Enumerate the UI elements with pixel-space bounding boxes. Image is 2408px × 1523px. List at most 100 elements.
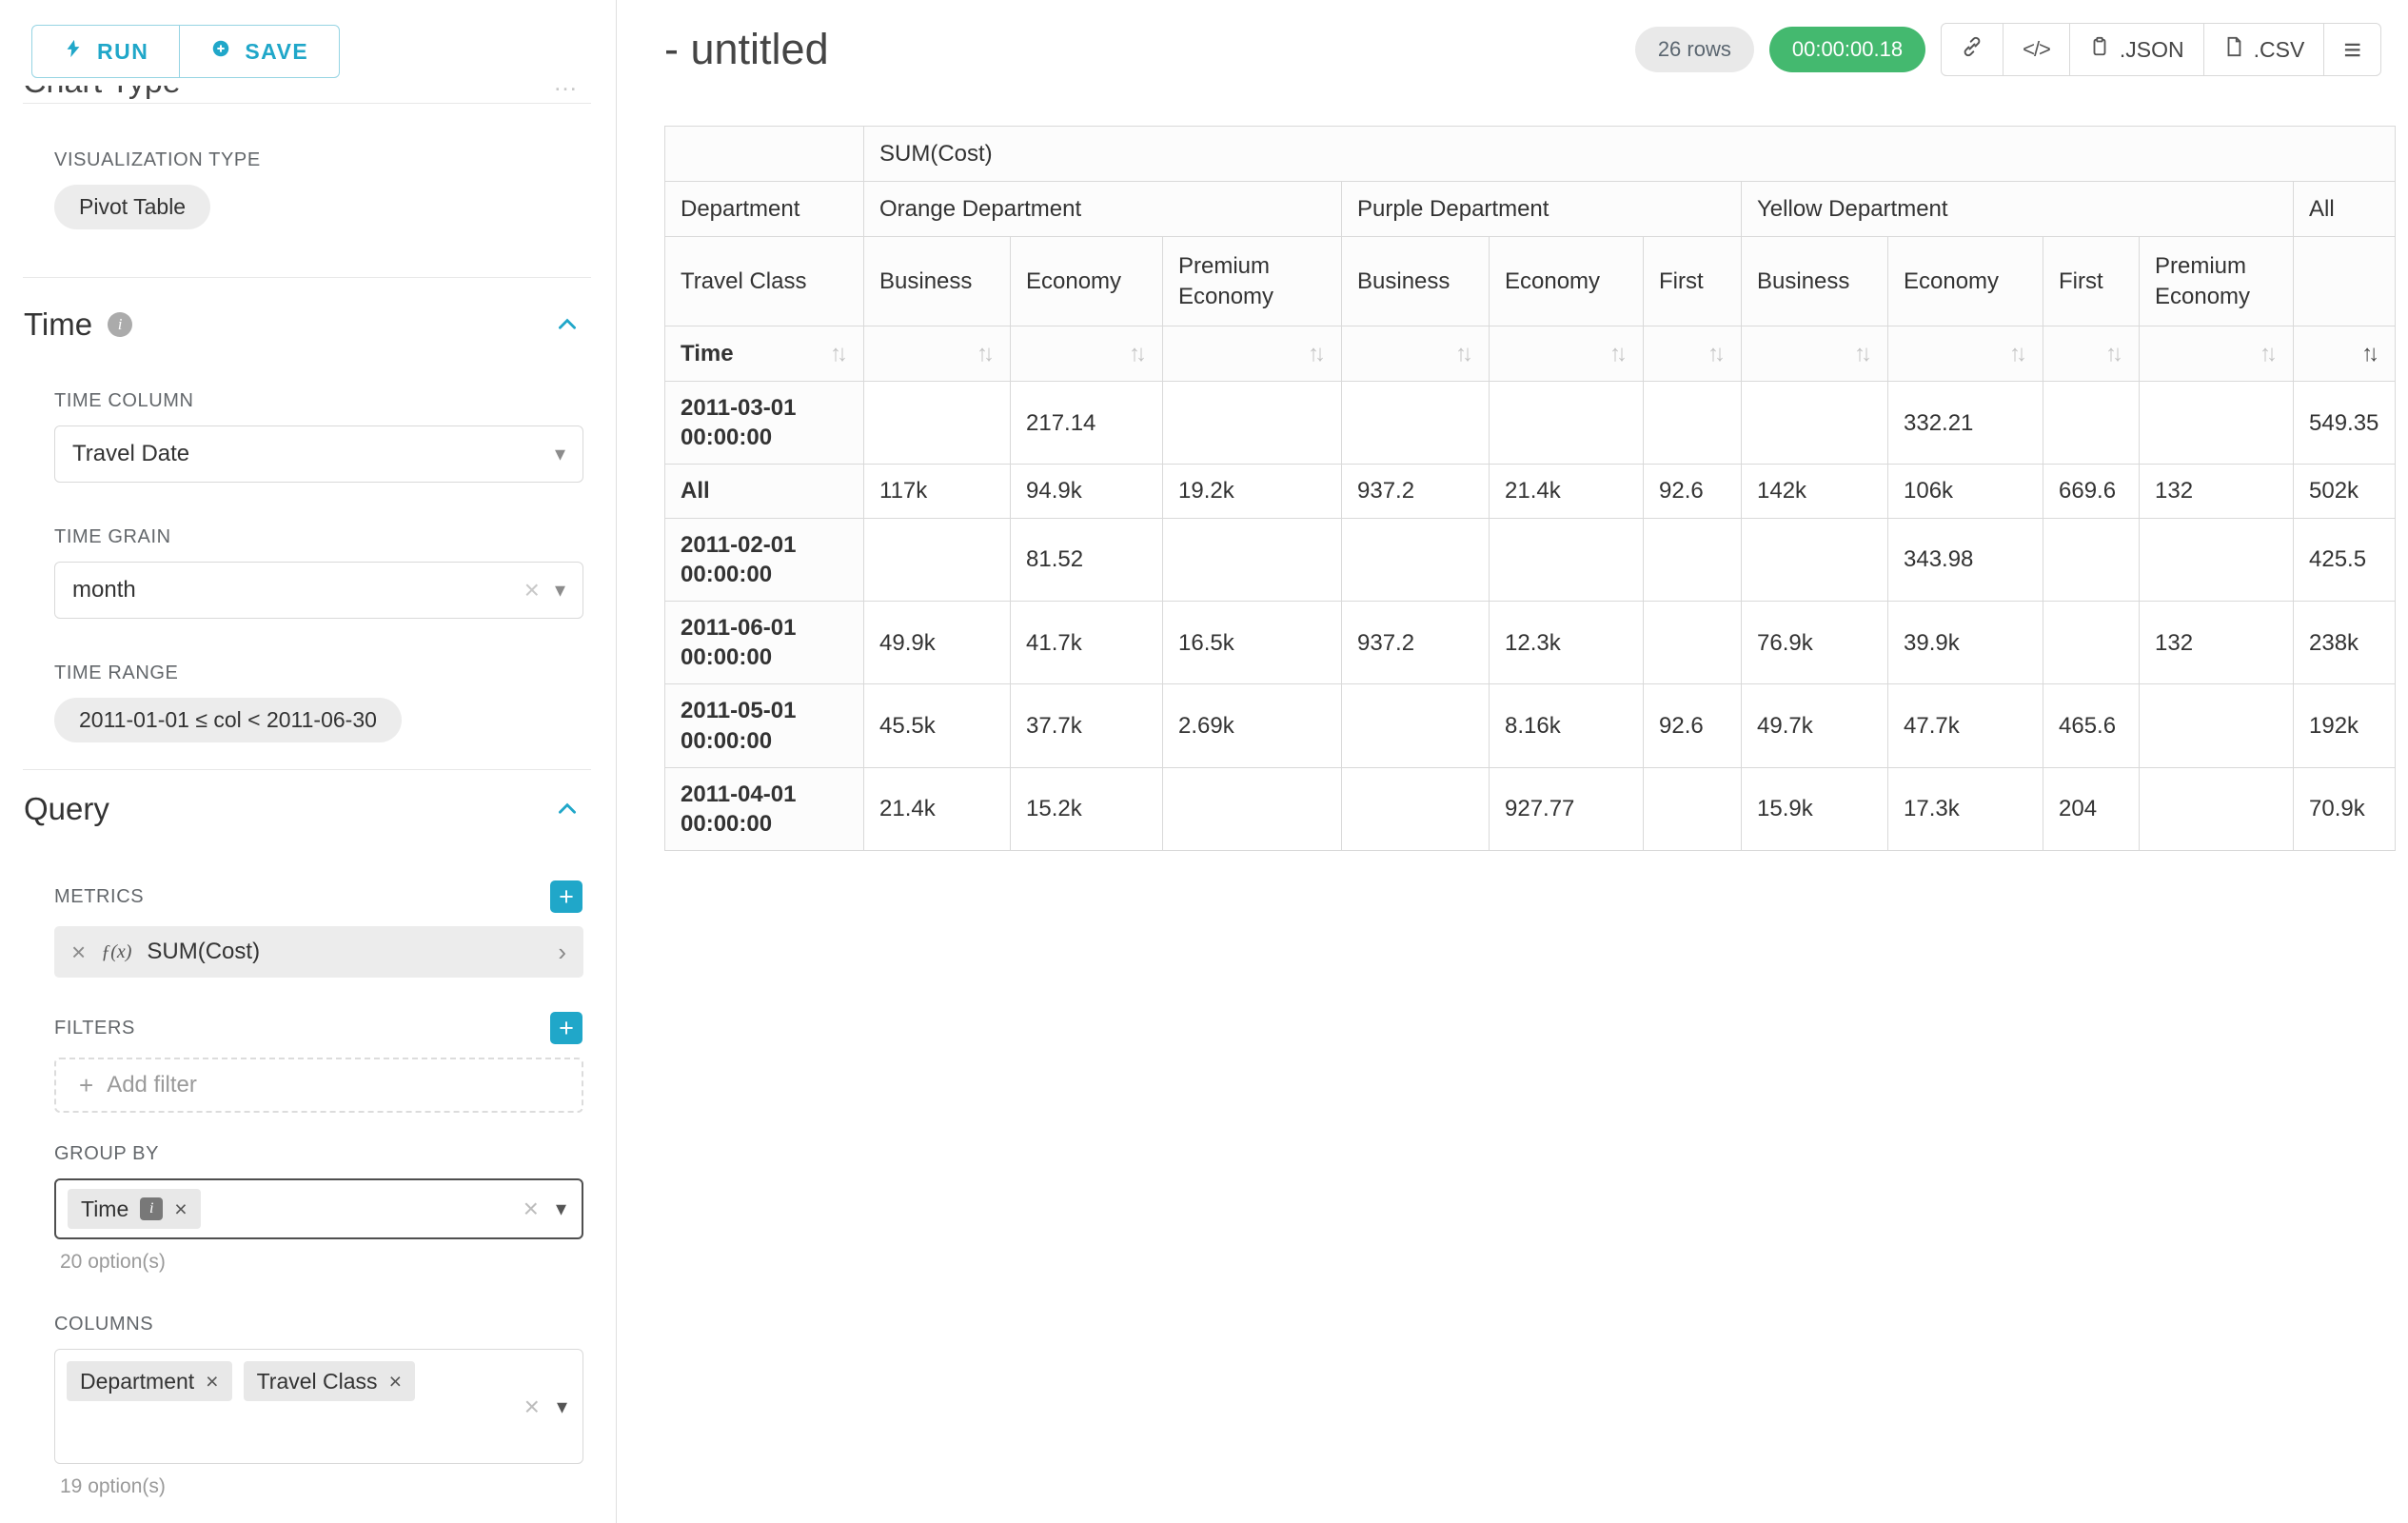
- time-column-select[interactable]: Travel Date ▾: [54, 425, 583, 483]
- time-column-value: Travel Date: [72, 441, 189, 467]
- value-cell: 94.9k: [1011, 465, 1163, 518]
- code-icon: </>: [2023, 37, 2050, 62]
- time-column-label: TIME COLUMN: [54, 390, 616, 412]
- metric-chip[interactable]: × ƒ(x) SUM(Cost) ›: [54, 926, 583, 978]
- collapse-query-chevron-icon[interactable]: [555, 797, 580, 821]
- sort-icon[interactable]: ↑↓: [1455, 339, 1473, 368]
- sort-icon[interactable]: ↑↓: [1707, 339, 1726, 368]
- value-cell: [1644, 601, 1742, 683]
- time-range-pill[interactable]: 2011-01-01 ≤ col < 2011-06-30: [54, 698, 402, 742]
- table-row: 2011-02-01 00:00:0081.52343.98425.5: [665, 518, 2396, 601]
- time-range-label: TIME RANGE: [54, 663, 616, 684]
- value-cell: [1644, 382, 1742, 465]
- sort-row: Time↑↓↑↓↑↓↑↓↑↓↑↓↑↓↑↓↑↓↑↓↑↓↑↓: [665, 326, 2396, 382]
- sort-icon[interactable]: ↑↓: [1609, 339, 1628, 368]
- value-cell: 465.6: [2043, 684, 2140, 767]
- remove-tag-icon[interactable]: ×: [174, 1197, 187, 1222]
- value-cell: 8.16k: [1490, 684, 1644, 767]
- value-cell: [2043, 382, 2140, 465]
- value-cell: [1342, 382, 1490, 465]
- sort-icon[interactable]: ↑↓: [830, 339, 848, 368]
- visualization-type-pill[interactable]: Pivot Table: [54, 185, 210, 229]
- sort-icon[interactable]: ↑↓: [1129, 339, 1147, 368]
- info-icon: i: [140, 1197, 163, 1220]
- clear-icon[interactable]: ×: [524, 575, 540, 605]
- clear-icon[interactable]: ×: [524, 1392, 540, 1422]
- value-cell: 142k: [1742, 465, 1888, 518]
- chevron-down-icon[interactable]: ▾: [557, 1394, 567, 1419]
- sortable-column-header: ↑↓: [1011, 326, 1163, 382]
- divider: [23, 103, 591, 104]
- chart-title[interactable]: - untitled: [664, 25, 829, 74]
- export-csv-button[interactable]: .CSV: [2203, 23, 2325, 76]
- chart-panel: - untitled 26 rows 00:00:00.18 </>: [617, 0, 2408, 1523]
- columns-select[interactable]: Department× Travel Class× × ▾: [54, 1349, 583, 1464]
- chart-header-actions: 26 rows 00:00:00.18 </>: [1635, 23, 2381, 76]
- group-by-options-hint: 20 option(s): [60, 1251, 616, 1274]
- export-json-button[interactable]: .JSON: [2069, 23, 2204, 76]
- sort-icon[interactable]: ↑↓: [1308, 339, 1326, 368]
- row-label: 2011-03-01 00:00:00: [665, 382, 864, 465]
- sort-descending-icon[interactable]: ↑↓: [2361, 339, 2379, 368]
- row-label: 2011-02-01 00:00:00: [665, 518, 864, 601]
- columns-tags: Department× Travel Class×: [67, 1361, 415, 1401]
- table-row: 2011-04-01 00:00:0021.4k15.2k927.7715.9k…: [665, 767, 2396, 850]
- corner-cell: [665, 127, 864, 182]
- value-cell: 15.2k: [1011, 767, 1163, 850]
- travel-class-header: Business: [1742, 237, 1888, 326]
- group-by-select[interactable]: Timei× × ▾: [54, 1178, 583, 1239]
- value-cell: 49.7k: [1742, 684, 1888, 767]
- sort-icon[interactable]: ↑↓: [2260, 339, 2278, 368]
- run-button[interactable]: RUN: [31, 25, 180, 78]
- value-cell: [1644, 518, 1742, 601]
- selected-option-tag[interactable]: Travel Class×: [244, 1361, 415, 1401]
- value-cell: [1342, 518, 1490, 601]
- add-filter-button[interactable]: + Add filter: [54, 1058, 583, 1113]
- function-icon: ƒ(x): [101, 941, 131, 963]
- value-cell: 204: [2043, 767, 2140, 850]
- metric-header-row: SUM(Cost): [665, 127, 2396, 182]
- sort-icon[interactable]: ↑↓: [2009, 339, 2027, 368]
- value-cell: 45.5k: [864, 684, 1011, 767]
- chevron-down-icon[interactable]: ▾: [555, 578, 565, 603]
- table-row: 2011-03-01 00:00:00217.14332.21549.35: [665, 382, 2396, 465]
- value-cell: [1742, 382, 1888, 465]
- sortable-column-header: ↑↓: [1163, 326, 1342, 382]
- selected-option-tag[interactable]: Department×: [67, 1361, 232, 1401]
- chevron-down-icon[interactable]: ▾: [556, 1197, 566, 1221]
- sort-icon[interactable]: ↑↓: [2105, 339, 2123, 368]
- travel-class-header: [2294, 237, 2396, 326]
- chevron-down-icon[interactable]: ▾: [555, 442, 565, 466]
- time-grain-select[interactable]: month × ▾: [54, 562, 583, 619]
- export-csv-label: .CSV: [2254, 37, 2305, 63]
- hamburger-icon: ≡: [2343, 32, 2361, 68]
- pivot-table-container: SUM(Cost)DepartmentOrange DepartmentPurp…: [664, 126, 2381, 851]
- filters-label-row: FILTERS +: [54, 1012, 582, 1044]
- query-timer-badge: 00:00:00.18: [1769, 27, 1925, 72]
- sortable-column-header: ↑↓: [864, 326, 1011, 382]
- share-link-button[interactable]: [1941, 23, 2003, 76]
- value-cell: 106k: [1888, 465, 2043, 518]
- chevron-right-icon[interactable]: ›: [558, 938, 566, 967]
- value-cell: [1342, 684, 1490, 767]
- plus-circle-icon: [210, 38, 231, 65]
- run-button-label: RUN: [97, 39, 148, 65]
- menu-button[interactable]: ≡: [2323, 23, 2381, 76]
- sort-icon[interactable]: ↑↓: [977, 339, 995, 368]
- view-query-button[interactable]: </>: [2003, 23, 2070, 76]
- save-button[interactable]: SAVE: [179, 25, 340, 78]
- selected-option-tag[interactable]: Timei×: [68, 1189, 201, 1229]
- value-cell: [2140, 382, 2294, 465]
- sortable-column-header: ↑↓: [1342, 326, 1490, 382]
- add-filter-plus-button[interactable]: +: [550, 1012, 582, 1044]
- collapse-time-chevron-icon[interactable]: [555, 312, 580, 337]
- clear-icon[interactable]: ×: [523, 1194, 539, 1224]
- sort-icon[interactable]: ↑↓: [1854, 339, 1872, 368]
- remove-tag-icon[interactable]: ×: [206, 1369, 218, 1394]
- columns-label: COLUMNS: [54, 1314, 616, 1335]
- chart-header: - untitled 26 rows 00:00:00.18 </>: [664, 23, 2381, 76]
- department-header: Yellow Department: [1742, 182, 2294, 237]
- add-metric-button[interactable]: +: [550, 880, 582, 913]
- remove-tag-icon[interactable]: ×: [389, 1369, 402, 1394]
- remove-metric-icon[interactable]: ×: [71, 938, 86, 967]
